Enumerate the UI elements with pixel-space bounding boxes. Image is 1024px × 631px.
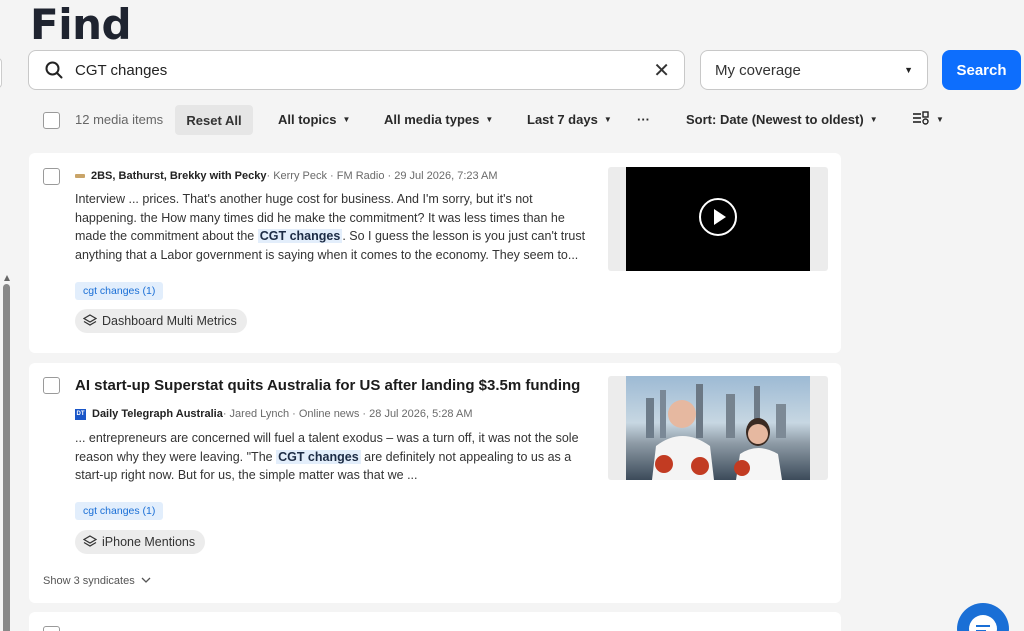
topics-filter[interactable]: All topics ▼	[278, 112, 350, 127]
date-range-filter-label: Last 7 days	[527, 112, 598, 127]
clear-icon[interactable]: ✕	[653, 58, 670, 83]
result-meta: 2BS, Bathurst, Brekky with Pecky · Kerry…	[75, 170, 498, 182]
layout-icon	[912, 111, 930, 128]
chevron-down-icon: ▼	[869, 115, 878, 124]
coverage-value: My coverage	[715, 61, 801, 79]
folder-pill[interactable]: iPhone Mentions	[75, 530, 206, 554]
search-input[interactable]: CGT changes ✕	[28, 50, 685, 90]
coverage-select[interactable]: My coverage ▼	[700, 50, 928, 90]
result-card[interactable]: AI start-up Superstat quits Australia fo…	[29, 363, 841, 603]
byline: · Jared Lynch · Online news · 28 Jul 202…	[222, 408, 473, 420]
result-card[interactable]	[29, 612, 841, 631]
chevron-down-icon	[141, 575, 151, 587]
snippet-highlight: CGT changes	[276, 449, 361, 464]
media-types-filter-label: All media types	[384, 112, 480, 127]
select-all-checkbox[interactable]	[43, 111, 60, 129]
search-button[interactable]: Search	[942, 50, 1021, 90]
chevron-down-icon: ▼	[904, 65, 913, 75]
sort-select[interactable]: Sort: Date (Newest to oldest) ▼	[686, 112, 878, 127]
search-icon	[43, 59, 65, 81]
publication-logo-icon: DT	[75, 408, 86, 420]
folder-name: iPhone Mentions	[102, 535, 196, 549]
chevron-down-icon: ▼	[603, 115, 612, 124]
more-filters-button[interactable]: ···	[637, 112, 650, 127]
byline: · Kerry Peck · FM Radio · 29 Jul 2026, 7…	[266, 170, 498, 182]
page-title: Find	[30, 0, 132, 49]
reset-all-button[interactable]: Reset All	[175, 105, 253, 135]
video-player[interactable]	[626, 167, 810, 271]
play-icon[interactable]	[698, 197, 738, 242]
media-types-filter[interactable]: All media types ▼	[384, 112, 493, 127]
article-thumbnail[interactable]	[608, 376, 828, 480]
result-headline[interactable]: AI start-up Superstat quits Australia fo…	[75, 377, 580, 394]
video-thumbnail[interactable]	[608, 167, 828, 271]
result-checkbox[interactable]	[43, 377, 60, 394]
date-range-filter[interactable]: Last 7 days ▼	[527, 112, 612, 127]
show-syndicates-link[interactable]: Show 3 syndicates	[43, 575, 151, 587]
radio-source-icon	[75, 174, 85, 178]
source-name[interactable]: 2BS, Bathurst, Brekky with Pecky	[91, 170, 266, 182]
media-count: 12 media items	[75, 112, 164, 127]
chevron-down-icon: ▼	[342, 115, 351, 124]
folder-pill[interactable]: Dashboard Multi Metrics	[75, 309, 247, 333]
keyword-tag[interactable]: cgt changes (1)	[75, 502, 164, 520]
scrollbar-thumb[interactable]	[3, 284, 10, 631]
select-all[interactable]	[43, 105, 60, 135]
source-name[interactable]: Daily Telegraph Australia	[92, 408, 223, 420]
topics-filter-label: All topics	[278, 112, 337, 127]
layers-icon	[83, 535, 97, 549]
sidebar-toggle[interactable]	[0, 58, 2, 88]
sort-label: Sort: Date (Newest to oldest)	[686, 112, 864, 127]
search-query: CGT changes	[75, 61, 168, 79]
result-checkbox[interactable]	[43, 168, 60, 185]
chevron-down-icon: ▼	[485, 115, 494, 124]
syndicates-label: Show 3 syndicates	[43, 575, 135, 587]
article-photo	[626, 376, 810, 480]
layers-icon	[83, 314, 97, 328]
snippet-highlight: CGT changes	[257, 229, 343, 243]
result-meta: DT Daily Telegraph Australia · Jared Lyn…	[75, 408, 473, 420]
result-snippet: ... entrepreneurs are concerned will fue…	[75, 429, 595, 485]
folder-name: Dashboard Multi Metrics	[102, 314, 237, 328]
view-options-button[interactable]: ▼	[912, 111, 944, 128]
result-card[interactable]: 2BS, Bathurst, Brekky with Pecky · Kerry…	[29, 153, 841, 353]
chat-button[interactable]	[957, 603, 1009, 631]
chevron-down-icon: ▼	[936, 115, 944, 124]
result-checkbox[interactable]	[43, 626, 60, 631]
result-snippet: Interview ... prices. That's another hug…	[75, 190, 595, 264]
keyword-tag[interactable]: cgt changes (1)	[75, 282, 164, 300]
